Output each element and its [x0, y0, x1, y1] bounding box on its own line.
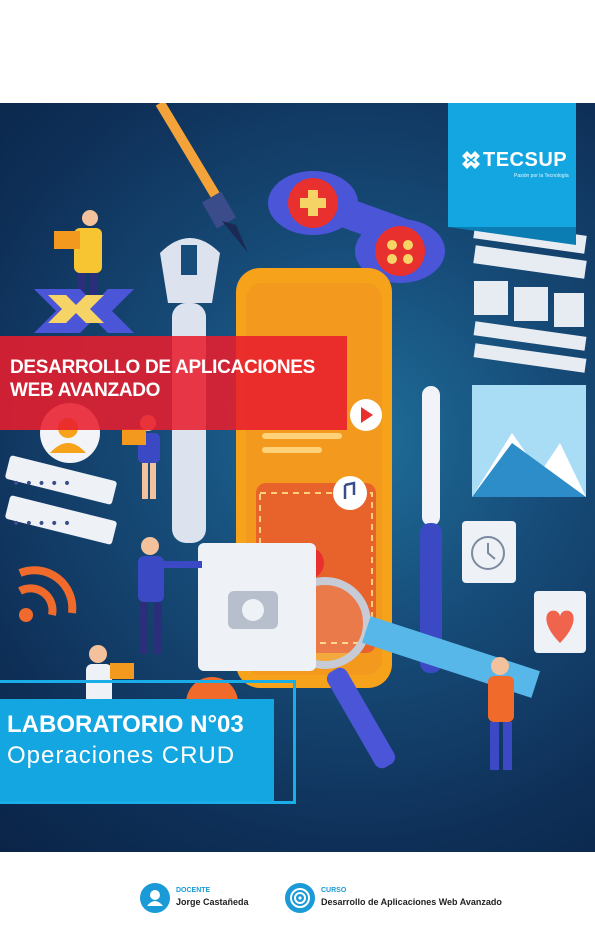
svg-text:• • • • •: • • • • •	[12, 516, 71, 532]
docente-label: DOCENTE	[176, 887, 211, 894]
course-title-line1: DESARROLLO DE APLICACIONES	[10, 357, 316, 378]
target-icon	[285, 883, 315, 913]
curso-label: CURSO	[321, 887, 347, 894]
brand-tagline: Pasión por la Tecnología	[514, 173, 569, 179]
cover-illustration: • • • • • • • • • • TECSUP Pasión por la…	[0, 103, 595, 852]
cross-icon	[34, 289, 134, 333]
photo-card	[198, 543, 316, 671]
curso-name: Desarrollo de Aplicaciones Web Avanzado	[321, 897, 502, 907]
clock-icon	[462, 521, 516, 583]
layout-panels	[472, 220, 587, 497]
user-icon	[140, 883, 170, 913]
docente-name: Jorge Castañeda	[176, 897, 249, 907]
screwdriver-icon	[420, 386, 442, 673]
brand-name: TECSUP	[483, 149, 568, 171]
svg-text:• • • • •: • • • • •	[12, 476, 71, 492]
tecsup-logo: TECSUP	[462, 149, 567, 172]
lab-title: LABORATORIO N°03	[7, 711, 244, 738]
person-pointing	[138, 537, 202, 654]
tecsup-logo-icon	[462, 151, 480, 169]
gamepad-icon	[268, 171, 445, 283]
course-title: DESARROLLO DE APLICACIONES WEB AVANZADO	[10, 356, 315, 402]
lab-subtitle: Operaciones CRUD	[7, 742, 236, 769]
password-fields: • • • • • • • • • •	[5, 455, 117, 545]
paintbrush-icon	[155, 103, 248, 253]
heart-card	[534, 591, 586, 653]
wifi-icon	[18, 566, 77, 622]
course-title-line2: WEB AVANZADO	[10, 380, 161, 401]
logo-fold	[448, 227, 576, 245]
